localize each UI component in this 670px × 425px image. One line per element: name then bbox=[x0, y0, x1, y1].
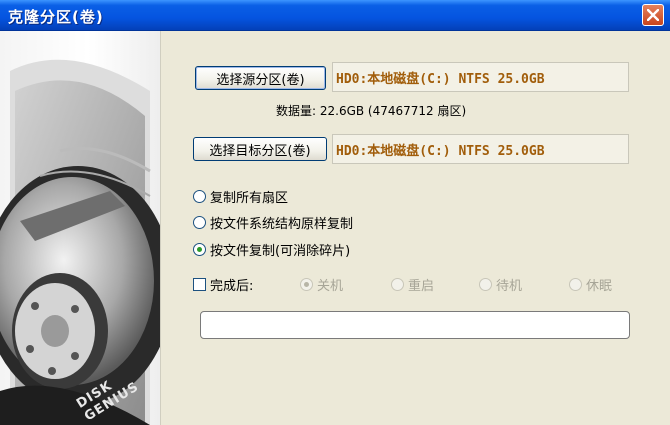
copy-mode-label: 复制所有扇区 bbox=[210, 191, 289, 206]
after-action-label: 待机 bbox=[496, 279, 523, 294]
select-source-partition-button[interactable]: 选择源分区(卷) bbox=[195, 66, 326, 90]
close-icon bbox=[647, 9, 659, 21]
side-banner: DISK GENIUS bbox=[0, 31, 161, 425]
data-size-info: 数据量: 22.6GB (47467712 扇区) bbox=[276, 104, 467, 118]
copy-mode-label: 按文件系统结构原样复制 bbox=[210, 217, 354, 232]
target-partition-display: HD0:本地磁盘(C:) NTFS 25.0GB bbox=[332, 134, 629, 164]
radio-button[interactable] bbox=[300, 278, 313, 291]
radio-button[interactable] bbox=[193, 216, 206, 229]
copy-mode-option[interactable]: 按文件系统结构原样复制 bbox=[193, 213, 353, 232]
after-action-option[interactable]: 待机 bbox=[479, 275, 522, 294]
source-partition-display: HD0:本地磁盘(C:) NTFS 25.0GB bbox=[332, 62, 629, 92]
after-action-option[interactable]: 关机 bbox=[300, 275, 343, 294]
after-completion-label: 完成后: bbox=[210, 279, 254, 294]
after-action-label: 重启 bbox=[408, 279, 435, 294]
radio-button[interactable] bbox=[193, 243, 206, 256]
after-action-label: 关机 bbox=[317, 279, 344, 294]
radio-button[interactable] bbox=[479, 278, 492, 291]
radio-button[interactable] bbox=[193, 190, 206, 203]
copy-mode-option[interactable]: 复制所有扇区 bbox=[193, 187, 288, 206]
after-completion-checkbox[interactable] bbox=[193, 278, 206, 291]
close-button[interactable] bbox=[642, 4, 664, 26]
copy-mode-option[interactable]: 按文件复制(可消除碎片) bbox=[193, 240, 350, 259]
radio-button[interactable] bbox=[569, 278, 582, 291]
after-completion-toggle[interactable]: 完成后: bbox=[193, 275, 253, 294]
after-action-option[interactable]: 重启 bbox=[391, 275, 434, 294]
select-target-partition-button[interactable]: 选择目标分区(卷) bbox=[193, 137, 327, 161]
copy-mode-label: 按文件复制(可消除碎片) bbox=[210, 244, 351, 259]
title-bar: 克隆分区(卷) bbox=[0, 0, 670, 31]
after-action-label: 休眠 bbox=[586, 279, 613, 294]
progress-bar bbox=[200, 311, 630, 339]
radio-button[interactable] bbox=[391, 278, 404, 291]
window-title: 克隆分区(卷) bbox=[8, 8, 104, 26]
after-action-option[interactable]: 休眠 bbox=[569, 275, 612, 294]
